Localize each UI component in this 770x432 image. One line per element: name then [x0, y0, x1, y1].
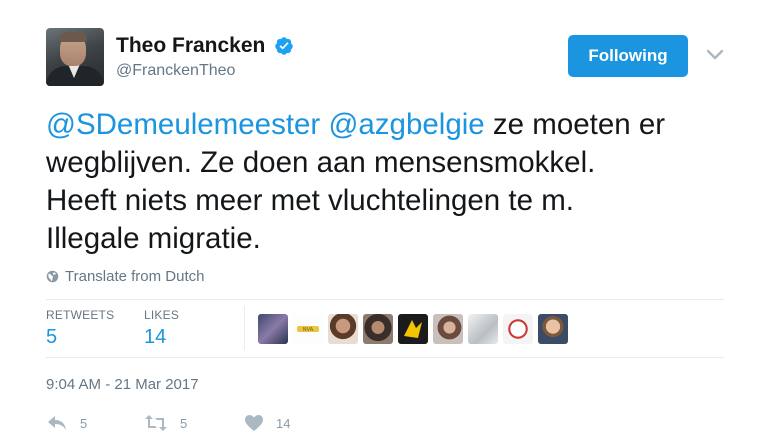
divider — [46, 357, 724, 358]
tweet-text-line: Heeft niets meer met vluchtelingen te m. — [46, 184, 574, 217]
reply-count: 5 — [80, 415, 88, 431]
retweets-label: RETWEETS — [46, 308, 115, 322]
tweet-text-line: Illegale migratie. — [46, 222, 261, 255]
retweets-count[interactable]: 5 — [46, 326, 57, 349]
divider — [46, 299, 724, 300]
liker-avatar[interactable]: NVA — [293, 314, 323, 344]
author-handle[interactable]: @FranckenTheo — [116, 62, 235, 80]
author-name[interactable]: Theo Francken — [116, 34, 265, 58]
liker-avatar[interactable] — [468, 314, 498, 344]
tweet-text: @SDemeulemeester @azgbelgie ze moeten er… — [46, 106, 746, 258]
liker-avatar[interactable] — [433, 314, 463, 344]
mention-link[interactable]: @SDemeulemeester — [46, 108, 320, 141]
heart-icon[interactable] — [244, 414, 264, 432]
liker-avatar[interactable] — [363, 314, 393, 344]
following-button[interactable]: Following — [568, 35, 688, 77]
retweet-count: 5 — [180, 415, 188, 431]
tweet-timestamp[interactable]: 9:04 AM - 21 Mar 2017 — [46, 376, 199, 393]
globe-icon — [46, 270, 59, 283]
retweet-icon[interactable] — [144, 414, 168, 432]
liker-avatar[interactable] — [538, 314, 568, 344]
like-action[interactable]: 14 — [244, 414, 290, 432]
retweet-action[interactable]: 5 — [144, 414, 187, 432]
mention-link[interactable]: @azgbelgie — [328, 108, 484, 141]
tweet-text-line: wegblijven. Ze doen aan mensensmokkel. — [46, 146, 596, 179]
likes-label: LIKES — [144, 308, 180, 322]
tweet-card: Theo Francken @FranckenTheo Following @S… — [0, 0, 770, 432]
liker-avatar[interactable] — [258, 314, 288, 344]
liker-avatar[interactable] — [398, 314, 428, 344]
like-count: 14 — [276, 415, 291, 431]
reply-icon[interactable] — [46, 414, 68, 432]
chevron-down-icon[interactable] — [705, 48, 725, 62]
likes-count[interactable]: 14 — [144, 326, 166, 349]
reply-action[interactable]: 5 — [46, 414, 87, 432]
liker-avatar[interactable] — [503, 314, 533, 344]
translate-label[interactable]: Translate from Dutch — [65, 268, 205, 285]
divider — [244, 306, 245, 350]
liker-avatar[interactable] — [328, 314, 358, 344]
translate-link[interactable]: Translate from Dutch — [46, 268, 205, 285]
author-avatar[interactable] — [46, 28, 104, 86]
tweet-text-line: ze moeten er — [484, 108, 666, 141]
verified-badge-icon — [275, 37, 293, 55]
svg-text:NVA: NVA — [303, 327, 314, 333]
